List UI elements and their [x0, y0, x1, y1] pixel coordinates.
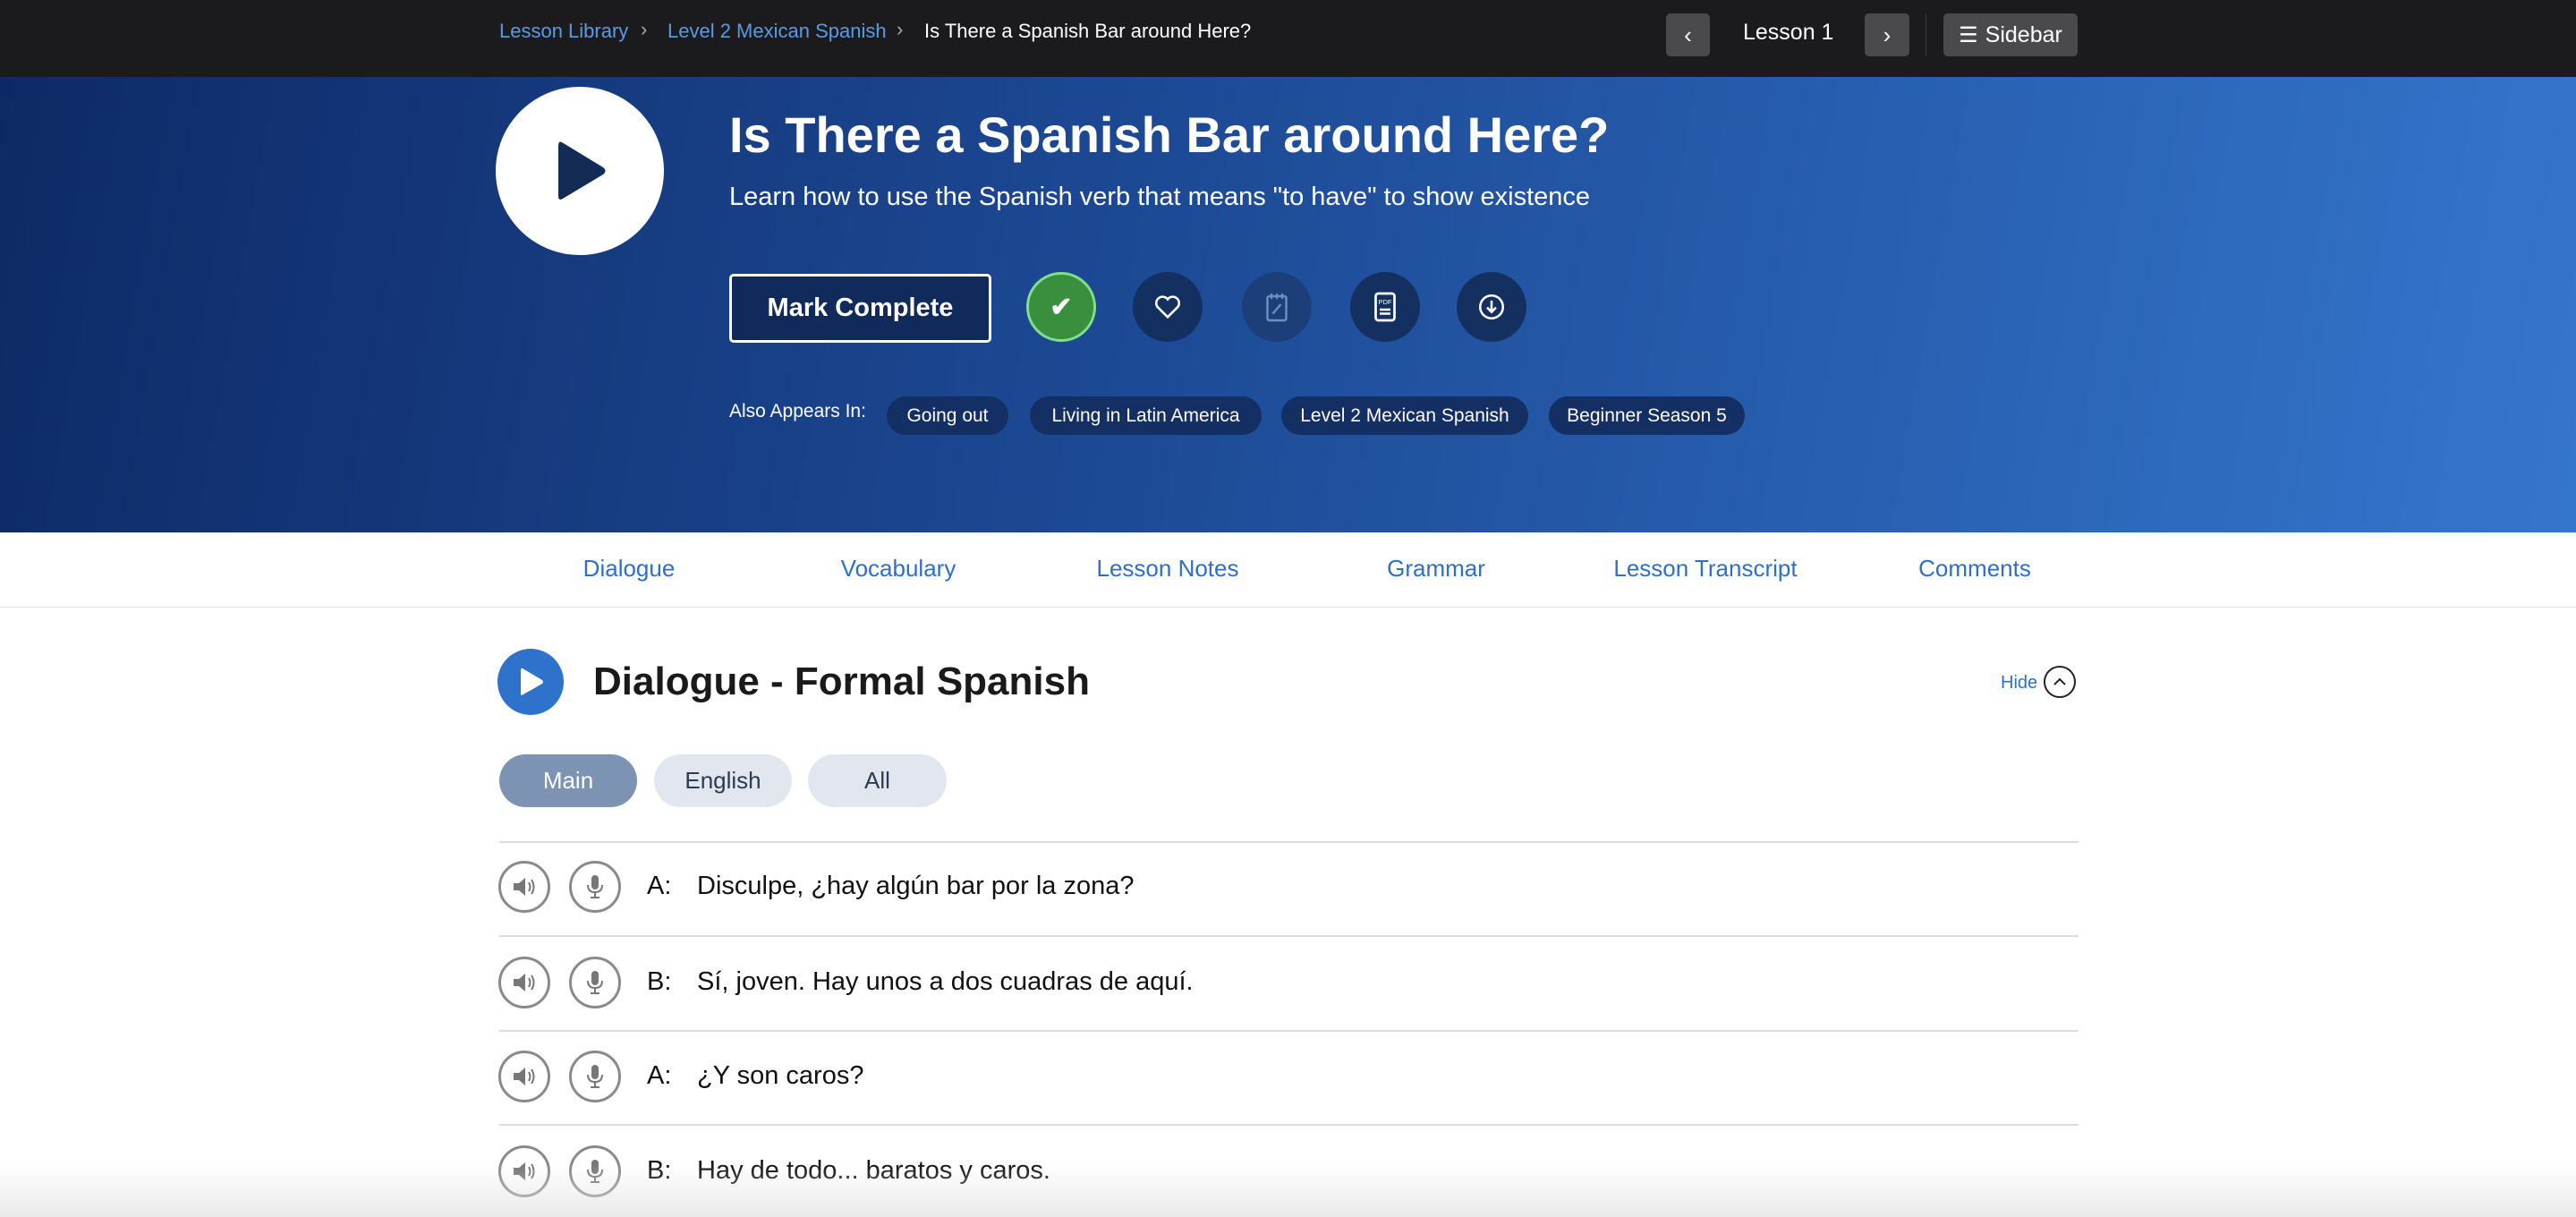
- download-button[interactable]: [1457, 272, 1526, 342]
- next-lesson-button[interactable]: ›: [1865, 13, 1909, 56]
- notepad-icon: [1266, 294, 1288, 322]
- breadcrumb-level[interactable]: Level 2 Mexican Spanish: [667, 20, 887, 43]
- lesson-title: Is There a Spanish Bar around Here?: [729, 106, 1610, 163]
- series-chip[interactable]: Living in Latin America: [1030, 396, 1262, 435]
- breadcrumb-separator: ›: [897, 18, 904, 40]
- series-chip[interactable]: Level 2 Mexican Spanish: [1281, 396, 1528, 435]
- lesson-tabs: [0, 532, 2576, 608]
- top-bar: Lesson Library › Level 2 Mexican Spanish…: [0, 0, 2576, 77]
- sidebar-button[interactable]: ☰ Sidebar: [1943, 13, 2078, 56]
- speaker-label: A:: [647, 872, 672, 900]
- heart-icon: [1154, 295, 1181, 319]
- complete-check-button[interactable]: ✔: [1026, 272, 1096, 342]
- tab-comments[interactable]: Comments: [1918, 555, 2031, 583]
- microphone-icon: [587, 971, 603, 994]
- tab-lesson-notes[interactable]: Lesson Notes: [1097, 555, 1239, 583]
- hide-link[interactable]: Hide: [2001, 673, 2037, 694]
- lesson-number: Lesson 1: [1743, 20, 1834, 45]
- prev-lesson-button[interactable]: ‹: [1666, 13, 1710, 56]
- play-line-button[interactable]: [498, 957, 550, 1008]
- record-button[interactable]: [569, 957, 621, 1008]
- play-line-button[interactable]: [498, 861, 550, 913]
- dialogue-title: Dialogue - Formal Spanish: [593, 660, 1090, 703]
- breadcrumb-separator: ›: [641, 18, 648, 40]
- sidebar-label: Sidebar: [1985, 21, 2062, 47]
- favorite-button[interactable]: [1133, 272, 1203, 342]
- record-button[interactable]: [569, 1051, 621, 1102]
- row-divider: [499, 841, 2079, 843]
- tab-grammar[interactable]: Grammar: [1387, 555, 1485, 583]
- play-icon: [521, 668, 543, 695]
- speaker-label: B:: [647, 967, 672, 996]
- chevron-right-icon: ›: [1883, 21, 1892, 48]
- bottom-fade: [0, 1163, 2576, 1217]
- toggle-main[interactable]: Main: [499, 754, 637, 807]
- tab-vocabulary[interactable]: Vocabulary: [841, 555, 956, 583]
- row-divider: [499, 935, 2079, 937]
- speaker-icon: [514, 1068, 535, 1085]
- dialogue-line: ¿Y son caros?: [697, 1061, 864, 1090]
- dialogue-play-button[interactable]: [497, 649, 564, 715]
- tab-lesson-transcript[interactable]: Lesson Transcript: [1613, 555, 1797, 583]
- series-chip[interactable]: Going out: [887, 396, 1008, 435]
- toggle-all[interactable]: All: [808, 754, 947, 807]
- row-divider: [499, 1124, 2079, 1126]
- chevron-up-icon: [2053, 677, 2066, 685]
- breadcrumb-current: Is There a Spanish Bar around Here?: [924, 20, 1252, 42]
- pdf-button[interactable]: PDF: [1350, 272, 1420, 342]
- record-button[interactable]: [569, 861, 621, 913]
- dialogue-line: Sí, joven. Hay unos a dos cuadras de aqu…: [697, 967, 1194, 996]
- series-chip[interactable]: Beginner Season 5: [1549, 396, 1745, 435]
- pdf-icon: PDF: [1374, 292, 1396, 322]
- microphone-icon: [587, 875, 603, 898]
- tab-dialogue[interactable]: Dialogue: [583, 555, 676, 583]
- microphone-icon: [587, 1065, 603, 1088]
- row-divider: [499, 1030, 2079, 1032]
- dialogue-line: Disculpe, ¿hay algún bar por la zona?: [697, 872, 1135, 900]
- lesson-play-button[interactable]: [496, 87, 664, 255]
- speaker-icon: [514, 878, 535, 896]
- breadcrumb-lesson-library[interactable]: Lesson Library: [499, 20, 628, 43]
- notes-button[interactable]: [1242, 272, 1312, 342]
- play-line-button[interactable]: [498, 1051, 550, 1102]
- hide-button[interactable]: [2044, 666, 2076, 698]
- svg-text:PDF: PDF: [1379, 298, 1392, 306]
- mark-complete-button[interactable]: Mark Complete: [729, 274, 991, 343]
- lesson-subtitle: Learn how to use the Spanish verb that m…: [729, 183, 1591, 211]
- download-icon: [1478, 294, 1505, 320]
- check-icon: ✔: [1050, 292, 1073, 322]
- list-icon: ☰: [1959, 22, 1978, 47]
- also-appears-label: Also Appears In:: [729, 401, 866, 421]
- play-icon: [558, 141, 606, 200]
- toggle-english[interactable]: English: [654, 754, 792, 807]
- speaker-icon: [514, 974, 535, 991]
- chevron-left-icon: ‹: [1684, 21, 1692, 48]
- speaker-label: A:: [647, 1061, 672, 1090]
